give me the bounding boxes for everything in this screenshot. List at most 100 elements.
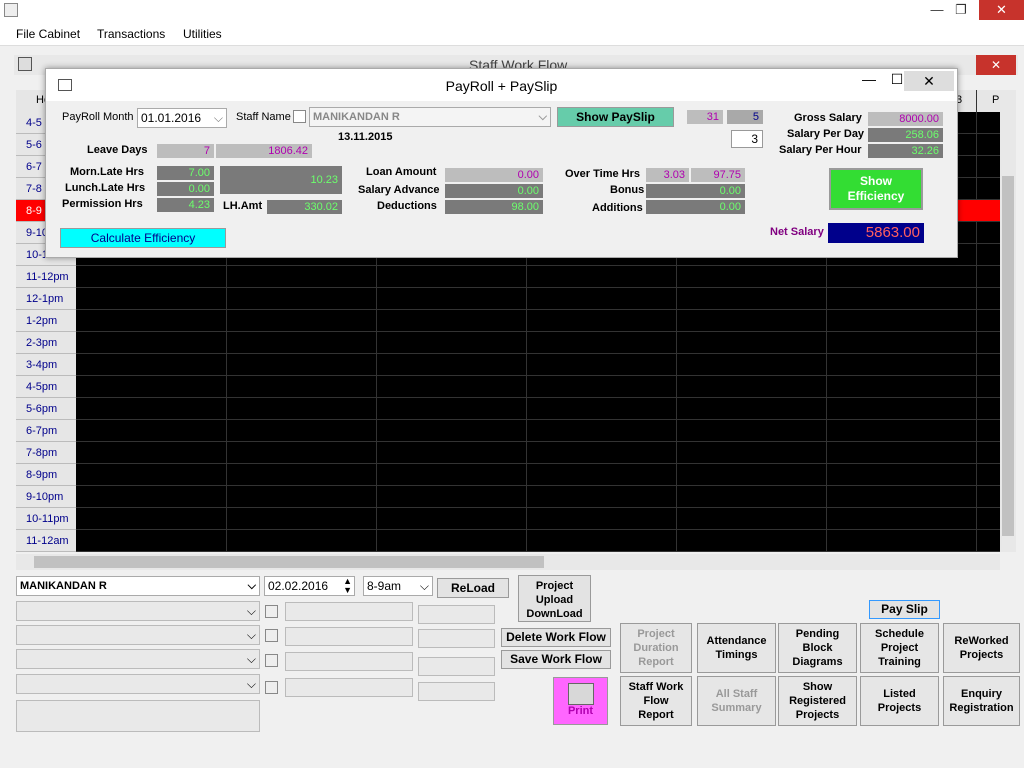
calculate-efficiency-button[interactable]: Calculate Efficiency [60, 228, 226, 248]
grid-row-line [76, 287, 1006, 288]
attendance-timings-tile[interactable]: Attendance Timings [697, 623, 776, 673]
overtime-amt-value: 97.75 [691, 168, 745, 182]
reworked-projects-tile[interactable]: ReWorked Projects [943, 623, 1020, 673]
filter-select-4[interactable]: ⌵ [16, 674, 260, 694]
project-upload-line3: DownLoad [526, 608, 583, 620]
additions-value: 0.00 [646, 200, 745, 214]
spin-field-2[interactable] [418, 629, 495, 648]
restore-button[interactable]: ❐ [946, 0, 976, 20]
time-row-label: 1-2pm [16, 310, 76, 332]
row-checkbox-3[interactable] [265, 654, 278, 667]
leave-days-value: 7 [157, 144, 214, 158]
row-checkbox-4[interactable] [265, 681, 278, 694]
spin-field-1[interactable] [418, 605, 495, 624]
delete-work-flow-button[interactable]: Delete Work Flow [501, 628, 611, 647]
app-titlebar: — ❐ ✕ [0, 0, 1024, 22]
salary-per-day-value: 258.06 [868, 128, 943, 142]
menu-file-cabinet[interactable]: File Cabinet [16, 27, 80, 41]
filter-select-2[interactable]: ⌵ [16, 625, 260, 645]
additions-label: Additions [592, 202, 643, 214]
row-checkbox-1[interactable] [265, 605, 278, 618]
dialog-title: PayRoll + PaySlip [445, 78, 558, 94]
text-field-3[interactable] [285, 652, 413, 671]
chevron-down-icon: ⌵ [246, 652, 256, 666]
tile-line: Attendance [706, 635, 767, 647]
print-button[interactable]: Print [553, 677, 608, 725]
menu-utilities[interactable]: Utilities [183, 27, 222, 41]
staff-work-flow-report-tile[interactable]: Staff Work Flow Report [620, 676, 692, 726]
close-button[interactable]: ✕ [979, 0, 1024, 20]
pending-block-diagrams-tile[interactable]: Pending Block Diagrams [778, 623, 857, 673]
spin-field-3[interactable] [418, 657, 495, 676]
tile-line: Block [802, 642, 833, 654]
save-work-flow-button[interactable]: Save Work Flow [501, 650, 611, 669]
spin-field-4[interactable] [418, 682, 495, 701]
staff-name-label: Staff Name [236, 111, 291, 123]
menu-bar: File Cabinet Transactions Utilities [0, 22, 1024, 46]
reload-button[interactable]: ReLoad [437, 578, 509, 598]
date-picker[interactable]: 02.02.2016 ▲ ▼ [264, 576, 355, 596]
grid-row-line [76, 353, 1006, 354]
grid-row-line [76, 309, 1006, 310]
dialog-minimize-button[interactable]: — [854, 69, 884, 89]
horizontal-scrollbar[interactable] [16, 554, 1000, 570]
project-duration-report-tile[interactable]: Project Duration Report [620, 623, 692, 673]
lunch-late-label: Lunch.Late Hrs [65, 182, 146, 194]
grid-row-line [76, 397, 1006, 398]
show-payslip-button[interactable]: Show PaySlip [557, 107, 674, 127]
inner-window-icon [18, 57, 32, 71]
time-slot-select[interactable]: 8-9am ⌵ [363, 576, 433, 596]
tile-line: Registration [949, 702, 1014, 714]
date-picker-value: 02.02.2016 [268, 579, 329, 593]
tile-line: Project [637, 628, 675, 640]
row-checkbox-2[interactable] [265, 629, 278, 642]
filter-select-1[interactable]: ⌵ [16, 601, 260, 621]
inner-close-button[interactable]: ✕ [976, 55, 1016, 75]
lunch-late-value: 0.00 [157, 182, 214, 196]
all-staff-summary-tile[interactable]: All Staff Summary [697, 676, 776, 726]
vertical-scrollbar[interactable] [1000, 90, 1016, 552]
deductions-value: 98.00 [445, 200, 543, 214]
grid-row-line [76, 441, 1006, 442]
staff-name-checkbox[interactable] [293, 110, 306, 123]
pay-slip-button[interactable]: Pay Slip [869, 600, 940, 619]
enquiry-registration-tile[interactable]: Enquiry Registration [943, 676, 1020, 726]
notes-textarea[interactable] [16, 700, 260, 732]
menu-transactions[interactable]: Transactions [97, 27, 165, 41]
project-upload-line2: Upload [535, 594, 574, 606]
app-icon [4, 3, 18, 17]
chevron-down-icon: ⌵ [419, 579, 429, 593]
project-upload-button[interactable]: Project Upload DownLoad [518, 575, 591, 622]
payroll-month-select[interactable]: 01.01.2016 ⌵ [137, 108, 227, 128]
hscroll-thumb[interactable] [34, 556, 544, 568]
dialog-close-button[interactable]: ✕ [904, 71, 954, 91]
print-label: Print [567, 705, 594, 717]
tile-line: Staff Work [628, 681, 684, 693]
project-upload-line1: Project [535, 580, 574, 592]
tile-line: Registered [789, 695, 846, 707]
text-field-4[interactable] [285, 678, 413, 697]
text-field-1[interactable] [285, 602, 413, 621]
time-row-label: 3-4pm [16, 354, 76, 376]
show-registered-projects-tile[interactable]: Show Registered Projects [778, 676, 857, 726]
chevron-down-icon: ⌵ [538, 111, 547, 123]
chevron-down-icon: ⌵ [246, 677, 256, 691]
staff-name-select[interactable]: MANIKANDAN R ⌵ [309, 107, 551, 127]
tile-line: Projects [795, 709, 840, 721]
grid-row-line [76, 529, 1006, 530]
staff-select[interactable]: MANIKANDAN R ⌵ [16, 576, 260, 596]
time-slot-value: 8-9am [367, 579, 402, 593]
filter-select-3[interactable]: ⌵ [16, 649, 260, 669]
show-efficiency-button[interactable]: Show Efficiency [829, 168, 923, 210]
spinner-icon[interactable]: ▲ ▼ [343, 577, 352, 595]
overtime-label: Over Time Hrs [565, 168, 641, 180]
count-input[interactable]: 3 [731, 130, 763, 148]
time-row-label: 11-12pm [16, 266, 76, 288]
schedule-project-training-tile[interactable]: Schedule Project Training [860, 623, 939, 673]
scroll-thumb[interactable] [1002, 176, 1014, 536]
time-row-label: 4-5pm [16, 376, 76, 398]
grid-row-line [76, 507, 1006, 508]
salary-per-day-label: Salary Per Day [787, 128, 865, 140]
text-field-2[interactable] [285, 627, 413, 646]
listed-projects-tile[interactable]: Listed Projects [860, 676, 939, 726]
